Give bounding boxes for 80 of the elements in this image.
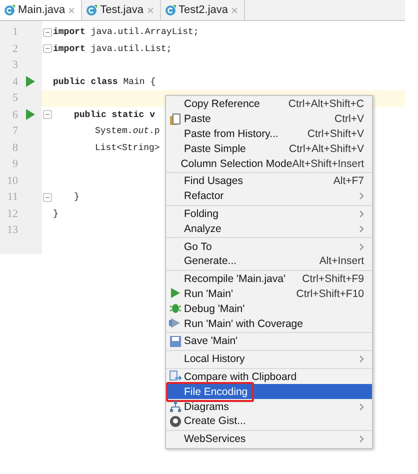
fold-icon[interactable]	[43, 44, 52, 54]
editor-tab[interactable]: Test2.java	[160, 0, 246, 20]
class-file-icon	[4, 4, 15, 16]
menu-item[interactable]: Debug 'Main'	[166, 301, 372, 316]
github-icon	[168, 414, 182, 428]
fold-icon[interactable]	[43, 192, 52, 202]
menu-item[interactable]: Recompile 'Main.java' Ctrl+Shift+F9	[166, 272, 372, 287]
shortcut-label: Ctrl+Shift+V	[307, 128, 364, 140]
menu-item[interactable]: Analyze	[166, 221, 372, 236]
menu-item[interactable]: Copy Reference Ctrl+Alt+Shift+C	[166, 97, 372, 112]
code-line: System.out.p	[95, 126, 160, 136]
menu-item[interactable]: Go To	[166, 239, 372, 254]
class-file-icon	[164, 4, 176, 16]
diagram-icon	[168, 400, 182, 414]
menu-item[interactable]: Find Usages Alt+F7	[166, 174, 372, 189]
line-number: 4	[12, 76, 18, 88]
class-file-icon	[86, 4, 98, 16]
editor-tab[interactable]: Main.java	[0, 0, 82, 20]
menu-item[interactable]: Compare with Clipboard	[166, 370, 372, 384]
save-icon	[168, 334, 182, 348]
shortcut-label: Ctrl+Shift+F9	[302, 273, 364, 286]
menu-item[interactable]: Run 'Main' Ctrl+Shift+F10	[166, 286, 372, 302]
line-number: 6	[12, 108, 18, 121]
code-line: public class Main {	[53, 76, 156, 87]
menu-item[interactable]: Diagrams	[166, 399, 372, 414]
line-number: 11	[6, 191, 18, 204]
menu-item[interactable]: Paste Ctrl+V	[166, 112, 372, 127]
menu-item[interactable]: WebServices	[166, 432, 372, 447]
shortcut-label: Ctrl+Shift+F10	[296, 288, 364, 300]
line-number: 10	[6, 174, 18, 187]
code-line: }	[53, 208, 58, 219]
menu-item[interactable]: Paste from History... Ctrl+Shift+V	[166, 126, 372, 142]
shortcut-label: Ctrl+Alt+Shift+C	[288, 98, 364, 110]
shortcut-label: Alt+Shift+Insert	[292, 158, 364, 170]
code-line: public static v	[74, 110, 156, 120]
bug-icon	[168, 302, 182, 316]
close-icon[interactable]	[146, 6, 154, 14]
line-number: 9	[12, 158, 18, 170]
code-line: }	[74, 192, 80, 202]
fold-icon[interactable]	[43, 28, 52, 37]
shortcut-label: Alt+Insert	[319, 255, 364, 268]
chevron-right-icon	[359, 242, 364, 251]
line-number: 2	[12, 42, 18, 55]
line-number: 12	[6, 208, 18, 220]
menu-item[interactable]: Run 'Main' with Coverage	[166, 316, 372, 331]
code-line: List<String>	[95, 142, 160, 153]
menu-item[interactable]: Generate... Alt+Insert	[166, 254, 372, 269]
fold-icon[interactable]	[43, 110, 52, 120]
shortcut-label: Ctrl+Alt+Shift+V	[289, 142, 364, 155]
run-icon[interactable]	[26, 76, 34, 88]
compare-icon	[168, 370, 182, 384]
line-number: 3	[12, 59, 18, 72]
menu-item[interactable]: Create Gist...	[166, 414, 372, 429]
code-line: import java.util.ArrayList;	[53, 27, 199, 38]
close-icon[interactable]	[231, 6, 238, 14]
shortcut-label: Ctrl+V	[334, 113, 364, 126]
coverage-icon	[168, 317, 182, 330]
close-icon[interactable]	[68, 6, 76, 14]
line-number: 8	[12, 142, 18, 154]
code-line: import java.util.List;	[53, 44, 172, 54]
line-number: 1	[12, 26, 18, 38]
clipboard-icon	[168, 112, 182, 126]
menu-item[interactable]: Local History	[166, 352, 372, 367]
menu-item[interactable]: Refactor	[166, 188, 372, 204]
line-number: 13	[6, 224, 18, 236]
menu-item[interactable]: Save 'Main'	[166, 334, 372, 349]
menu-item[interactable]: Folding	[166, 206, 372, 222]
chevron-right-icon	[359, 355, 364, 364]
chevron-right-icon	[359, 402, 364, 411]
line-number: 7	[12, 125, 18, 138]
chevron-right-icon	[359, 435, 364, 444]
menu-item[interactable]: File Encoding	[166, 384, 372, 400]
chevron-right-icon	[359, 192, 364, 200]
menu-item[interactable]: Column Selection ModeAlt+Shift+Insert	[166, 156, 372, 171]
run-icon	[168, 287, 182, 300]
run-icon[interactable]	[26, 109, 34, 120]
menu-item[interactable]: Paste Simple Ctrl+Alt+Shift+V	[166, 141, 372, 156]
line-number: 5	[12, 92, 18, 104]
editor-tab[interactable]: Test.java	[82, 0, 160, 20]
shortcut-label: Alt+F7	[333, 175, 364, 188]
